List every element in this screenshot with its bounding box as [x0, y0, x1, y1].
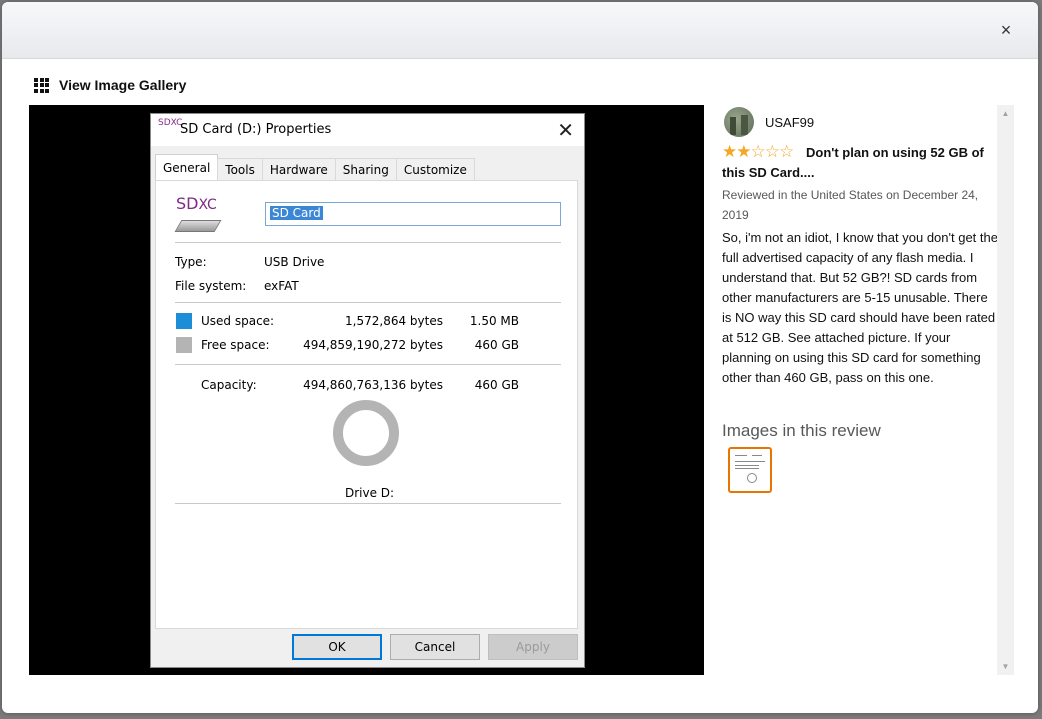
dialog-close-icon: ✕ — [557, 118, 574, 142]
ok-button: OK — [292, 634, 382, 660]
free-space-swatch — [176, 337, 192, 353]
modal-header: × — [2, 2, 1038, 59]
divider — [175, 364, 561, 365]
general-panel: SDXC SD Card Type: USB Drive File system… — [155, 180, 578, 629]
star-empty-icon: ☆ — [764, 142, 780, 161]
reviewer-name[interactable]: USAF99 — [765, 115, 814, 130]
capacity-size: 460 GB — [474, 378, 519, 392]
tab-tools: Tools — [217, 158, 263, 181]
images-heading: Images in this review — [722, 421, 881, 440]
type-label: Type: — [175, 255, 207, 269]
drive-name-field: SD Card — [265, 202, 561, 226]
divider — [175, 503, 561, 504]
gallery-label: View Image Gallery — [59, 77, 187, 93]
tab-hardware: Hardware — [261, 158, 336, 181]
tab-general: General — [155, 154, 219, 181]
sdxc-small-icon: SDXC — [158, 118, 183, 128]
capacity-bytes: 494,860,763,136 bytes — [303, 378, 443, 392]
close-button[interactable]: × — [996, 20, 1016, 40]
sdxc-card-icon: SDXC — [174, 194, 222, 234]
grid-icon — [34, 77, 49, 93]
apply-button: Apply — [488, 634, 578, 660]
star-filled-icon: ★ — [736, 142, 751, 161]
usage-donut-chart — [333, 400, 399, 466]
free-space-size: 460 GB — [474, 338, 519, 352]
free-space-bytes: 494,859,190,272 bytes — [303, 338, 443, 352]
star-empty-icon: ☆ — [750, 142, 766, 161]
used-space-size: 1.50 MB — [469, 314, 519, 328]
filesystem-value: exFAT — [264, 279, 299, 293]
review-body: So, i'm not an idiot, I know that you do… — [722, 230, 998, 385]
avatar[interactable] — [724, 107, 754, 137]
review-meta: Reviewed in the United States on Decembe… — [722, 188, 979, 222]
review-scrollbar[interactable]: ▲ ▼ — [997, 105, 1014, 675]
drive-name-value: SD Card — [270, 206, 323, 220]
tab-sharing: Sharing — [334, 158, 397, 181]
used-space-label: Used space: — [201, 314, 275, 328]
star-filled-icon: ★ — [722, 142, 737, 161]
used-space-bytes: 1,572,864 bytes — [345, 314, 443, 328]
review-image: SDXC SD Card (D:) Properties ✕ General T… — [29, 105, 704, 675]
drive-label: Drive D: — [345, 486, 395, 500]
dialog-titlebar: SDXC SD Card (D:) Properties ✕ — [151, 114, 584, 146]
divider — [175, 302, 561, 303]
star-rating: ★★☆☆☆ — [722, 142, 794, 161]
capacity-label: Capacity: — [201, 378, 257, 392]
used-space-swatch — [176, 313, 192, 329]
type-value: USB Drive — [264, 255, 325, 269]
view-image-gallery-link[interactable]: View Image Gallery — [34, 75, 186, 95]
review-image-thumbnail[interactable] — [728, 447, 772, 493]
scroll-up-icon[interactable]: ▲ — [997, 105, 1014, 122]
divider — [175, 242, 561, 243]
free-space-label: Free space: — [201, 338, 270, 352]
filesystem-label: File system: — [175, 279, 247, 293]
review-panel: USAF99 Don't plan on using 52 GB of this… — [722, 105, 998, 675]
tab-customize: Customize — [395, 158, 475, 181]
dialog-tabs: General Tools Hardware Sharing Customize — [155, 154, 475, 181]
cancel-button-dialog: Cancel — [390, 634, 480, 660]
properties-dialog: SDXC SD Card (D:) Properties ✕ General T… — [150, 113, 585, 668]
star-empty-icon: ☆ — [779, 142, 794, 161]
image-gallery-modal: × View Image Gallery SDXC SD Card (D:) P… — [2, 2, 1038, 713]
dialog-title: SD Card (D:) Properties — [180, 122, 332, 137]
scroll-down-icon[interactable]: ▼ — [997, 658, 1014, 675]
